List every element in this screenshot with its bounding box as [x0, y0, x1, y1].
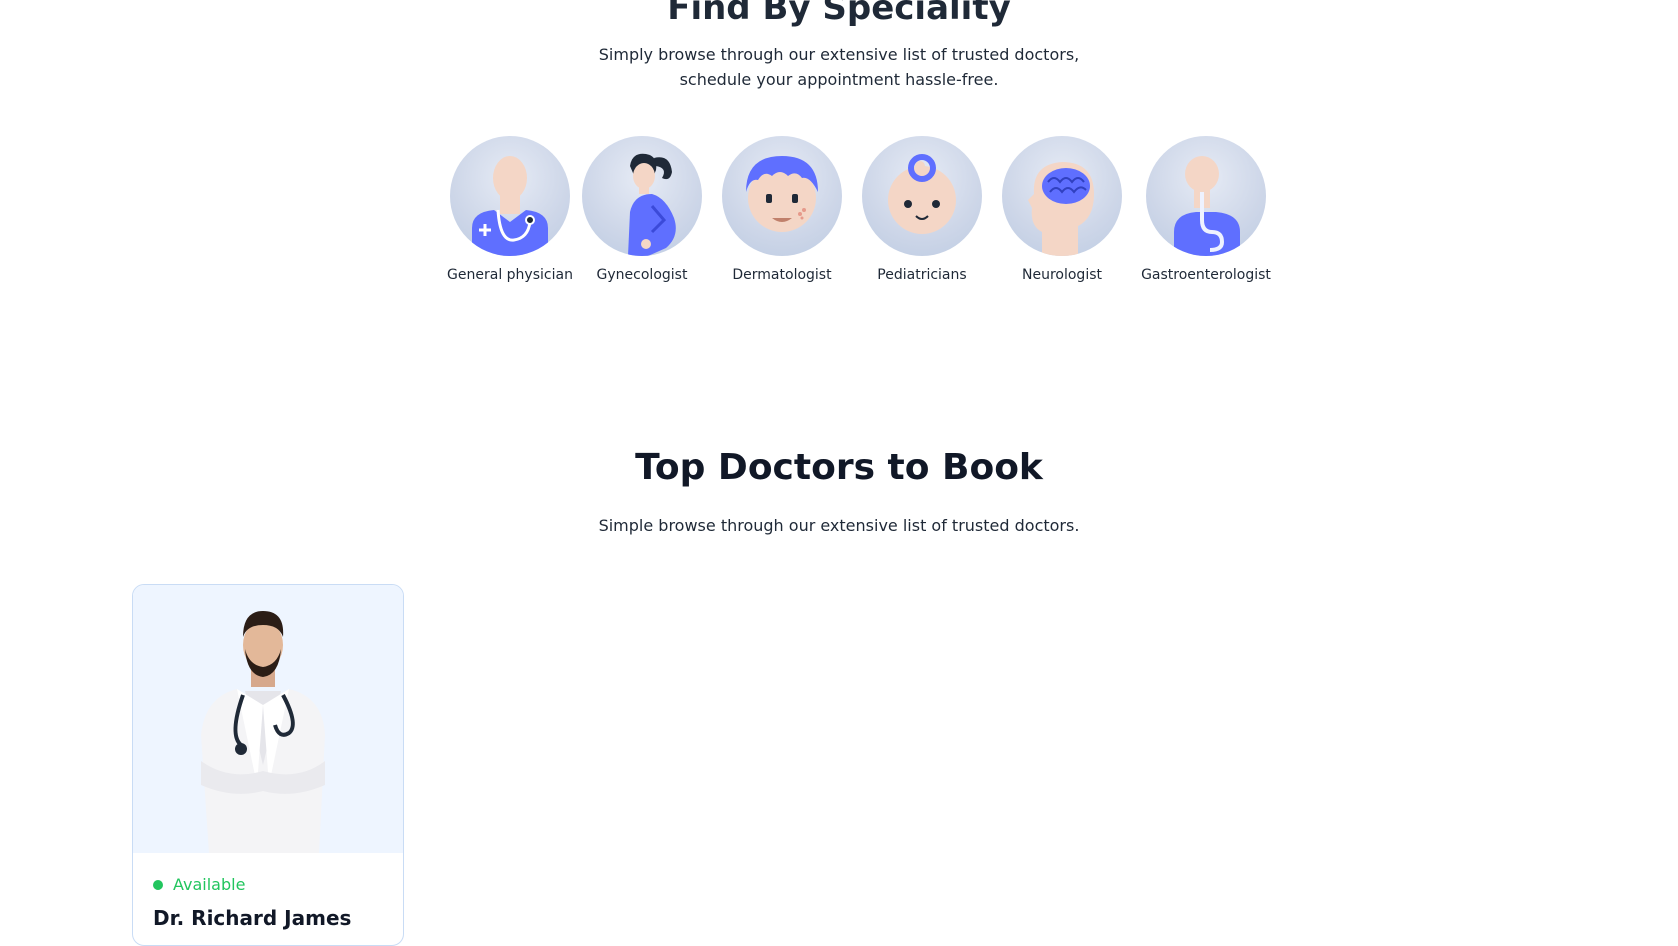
gastroenterologist-icon: [1146, 136, 1266, 256]
speciality-label: General physician: [447, 267, 573, 283]
status-dot-icon: [153, 879, 163, 890]
top-doctors-subtitle: Simple browse through our extensive list…: [598, 516, 1080, 535]
doctor-name: Dr. Richard James: [153, 906, 352, 930]
speciality-item-general-physician[interactable]: General physician: [440, 136, 580, 283]
speciality-item-pediatricians[interactable]: Pediatricians: [852, 136, 992, 283]
speciality-label: Gastroenterologist: [1141, 267, 1271, 283]
top-doctors-title: Top Doctors to Book: [635, 447, 1043, 488]
neurologist-icon: [1002, 136, 1122, 256]
dermatologist-icon: [722, 136, 842, 256]
speciality-item-gynecologist[interactable]: Gynecologist: [572, 136, 712, 283]
doctor-info: Available Dr. Richard James: [133, 853, 403, 930]
speciality-label: Dermatologist: [732, 267, 832, 283]
speciality-title: Find By Speciality: [667, 0, 1011, 28]
doctor-illustration: [201, 611, 325, 853]
availability-text: Available: [173, 875, 246, 894]
gynecologist-icon: [582, 136, 702, 256]
speciality-label: Gynecologist: [596, 267, 688, 283]
general-physician-icon: [450, 136, 570, 256]
pediatrician-icon: [862, 136, 982, 256]
doctor-photo: [133, 585, 403, 853]
doctor-card[interactable]: Available Dr. Richard James: [132, 584, 404, 946]
speciality-subtitle-line2: schedule your appointment hassle-free.: [679, 70, 999, 89]
availability-badge: Available: [153, 875, 383, 894]
speciality-label: Neurologist: [1022, 267, 1102, 283]
speciality-item-dermatologist[interactable]: Dermatologist: [712, 136, 852, 283]
speciality-subtitle-line1: Simply browse through our extensive list…: [598, 45, 1080, 64]
speciality-label: Pediatricians: [877, 267, 967, 283]
speciality-subtitle: Simply browse through our extensive list…: [539, 42, 1139, 92]
speciality-item-gastroenterologist[interactable]: Gastroenterologist: [1136, 136, 1276, 283]
page: Find By Speciality Simply browse through…: [0, 0, 1678, 946]
speciality-item-neurologist[interactable]: Neurologist: [992, 136, 1132, 283]
